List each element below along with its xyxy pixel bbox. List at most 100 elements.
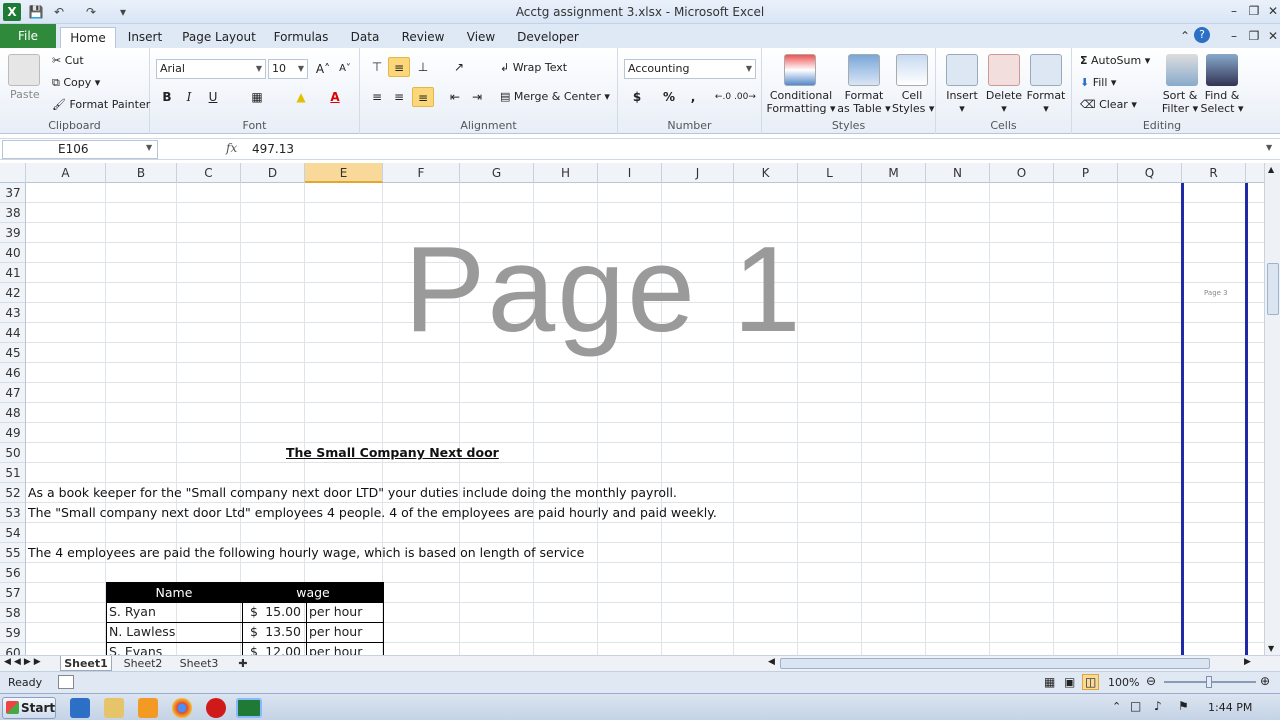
fill-color-icon[interactable]: ▲ xyxy=(290,87,312,107)
heading-cell[interactable]: The Small Company Next door xyxy=(286,443,499,463)
minimize-ribbon-icon[interactable]: ⌃ xyxy=(1174,27,1196,45)
bottom-align-icon[interactable]: ⊥ xyxy=(412,57,434,77)
column-header-j[interactable]: J xyxy=(662,163,734,183)
row-header-44[interactable]: 44 xyxy=(0,323,25,343)
zoom-out-icon[interactable]: ⊖ xyxy=(1146,674,1156,688)
formula-input[interactable]: 497.13 xyxy=(252,142,294,156)
wage-unit-cell[interactable]: per hour xyxy=(309,642,362,655)
vertical-scroll-thumb[interactable] xyxy=(1267,263,1279,315)
row-header-54[interactable]: 54 xyxy=(0,523,25,543)
column-header-b[interactable]: B xyxy=(106,163,177,183)
help-icon[interactable]: ? xyxy=(1194,27,1210,43)
clock[interactable]: 1:44 PM xyxy=(1208,701,1252,714)
tab-file[interactable]: File xyxy=(0,24,56,48)
wage-unit-cell[interactable]: per hour xyxy=(309,622,362,642)
expand-formula-bar-icon[interactable]: ▼ xyxy=(1266,143,1272,152)
wage-header-wage[interactable]: wage xyxy=(242,583,384,603)
show-hidden-icons-icon[interactable]: ⌃ xyxy=(1112,700,1121,713)
tab-formulas[interactable]: Formulas xyxy=(270,27,332,48)
normal-view-icon[interactable]: ▦ xyxy=(1044,675,1055,689)
wrap-text-button[interactable]: ↲ Wrap Text xyxy=(500,61,567,74)
page-break-preview-icon[interactable]: ◫ xyxy=(1082,674,1100,690)
autosum-button[interactable]: Σ AutoSum ▾ xyxy=(1080,54,1150,67)
font-size-select[interactable]: 10 ▼ xyxy=(268,59,308,79)
file-explorer-icon[interactable] xyxy=(104,698,124,718)
scroll-left-icon[interactable]: ◀ xyxy=(768,657,775,667)
row-header-49[interactable]: 49 xyxy=(0,423,25,443)
row-header-40[interactable]: 40 xyxy=(0,243,25,263)
wage-unit-cell[interactable]: per hour xyxy=(309,602,362,622)
zoom-level[interactable]: 100% xyxy=(1108,676,1139,689)
column-header-r[interactable]: R xyxy=(1182,163,1246,183)
column-header-h[interactable]: H xyxy=(534,163,598,183)
column-header-d[interactable]: D xyxy=(241,163,305,183)
top-align-icon[interactable]: ⊤ xyxy=(366,57,388,77)
row-header-37[interactable]: 37 xyxy=(0,183,25,203)
column-header-e[interactable]: E xyxy=(305,163,383,183)
row-header-59[interactable]: 59 xyxy=(0,623,25,643)
tab-home[interactable]: Home xyxy=(60,27,116,48)
font-name-select[interactable]: Arial ▼ xyxy=(156,59,266,79)
row-header-46[interactable]: 46 xyxy=(0,363,25,383)
align-left-icon[interactable]: ≡ xyxy=(366,87,388,107)
name-box[interactable]: E106 xyxy=(2,140,158,159)
network-icon[interactable]: □ xyxy=(1130,699,1141,713)
sort-filter-button[interactable]: Sort & Filter ▾ xyxy=(1158,89,1202,115)
tab-review[interactable]: Review xyxy=(398,27,448,48)
align-center-icon[interactable]: ≡ xyxy=(388,87,410,107)
text-cell-row55[interactable]: The 4 employees are paid the following h… xyxy=(28,543,584,563)
column-header-o[interactable]: O xyxy=(990,163,1054,183)
select-all-corner[interactable] xyxy=(0,163,26,183)
column-header-m[interactable]: M xyxy=(862,163,926,183)
find-select-button[interactable]: Find & Select ▾ xyxy=(1200,89,1244,115)
row-header-60[interactable]: 60 xyxy=(0,643,25,655)
wage-amount-cell[interactable]: 12.00 xyxy=(257,642,301,655)
copy-button[interactable]: ⧉ Copy ▾ xyxy=(52,76,100,90)
column-header-p[interactable]: P xyxy=(1054,163,1118,183)
row-header-48[interactable]: 48 xyxy=(0,403,25,423)
wage-header-name[interactable]: Name xyxy=(106,583,242,603)
paste-icon[interactable] xyxy=(8,54,40,86)
borders-icon[interactable]: ▦ xyxy=(246,87,268,107)
scroll-up-icon[interactable]: ▲ xyxy=(1268,165,1274,174)
tab-data[interactable]: Data xyxy=(344,27,386,48)
workbook-minimize-button[interactable]: – xyxy=(1223,27,1245,45)
macro-record-icon[interactable] xyxy=(58,675,74,689)
tab-developer[interactable]: Developer xyxy=(514,27,582,48)
row-header-38[interactable]: 38 xyxy=(0,203,25,223)
worksheet-grid[interactable]: Page 1 Page 3 The Small Company Next doo… xyxy=(26,183,1264,655)
excel-taskbar-icon[interactable] xyxy=(236,698,262,718)
increase-indent-icon[interactable]: ⇥ xyxy=(466,87,488,107)
number-format-select[interactable]: Accounting ▼ xyxy=(624,59,756,79)
insert-sheet-icon[interactable]: ✚ xyxy=(232,656,254,671)
wage-name-cell[interactable]: S. Ryan xyxy=(109,602,156,622)
column-header-a[interactable]: A xyxy=(26,163,106,183)
decrease-decimal-icon[interactable]: .00→ xyxy=(734,87,756,107)
close-button[interactable]: ✕ xyxy=(1262,2,1280,20)
merge-center-button[interactable]: ▤ Merge & Center ▾ xyxy=(500,90,610,103)
row-header-39[interactable]: 39 xyxy=(0,223,25,243)
chrome-icon[interactable] xyxy=(172,698,192,718)
volume-icon[interactable]: ♪ xyxy=(1154,699,1162,713)
comma-button[interactable]: , xyxy=(682,87,704,107)
wage-amount-cell[interactable]: 13.50 xyxy=(257,622,301,642)
column-header-k[interactable]: K xyxy=(734,163,798,183)
decrease-indent-icon[interactable]: ⇤ xyxy=(444,87,466,107)
zoom-slider-thumb[interactable] xyxy=(1206,676,1212,688)
page-layout-view-icon[interactable]: ▣ xyxy=(1064,675,1075,689)
minimize-button[interactable]: – xyxy=(1223,2,1245,20)
row-header-42[interactable]: 42 xyxy=(0,283,25,303)
tab-page-layout[interactable]: Page Layout xyxy=(180,27,258,48)
row-header-58[interactable]: 58 xyxy=(0,603,25,623)
italic-button[interactable]: I xyxy=(178,87,200,107)
sheet-nav-arrows-icon[interactable]: ◀◀▶▶ xyxy=(4,657,44,667)
scroll-down-icon[interactable]: ▼ xyxy=(1268,644,1274,653)
bold-button[interactable]: B xyxy=(156,87,178,107)
flag-icon[interactable]: ⚑ xyxy=(1178,699,1189,713)
delete-cells-button[interactable]: Delete ▾ xyxy=(982,89,1026,115)
cut-button[interactable]: ✂ Cut xyxy=(52,54,84,67)
column-header-f[interactable]: F xyxy=(383,163,460,183)
row-header-53[interactable]: 53 xyxy=(0,503,25,523)
insert-cells-button[interactable]: Insert ▾ xyxy=(940,89,984,115)
format-painter-button[interactable]: 🖌 Format Painter xyxy=(52,98,150,111)
